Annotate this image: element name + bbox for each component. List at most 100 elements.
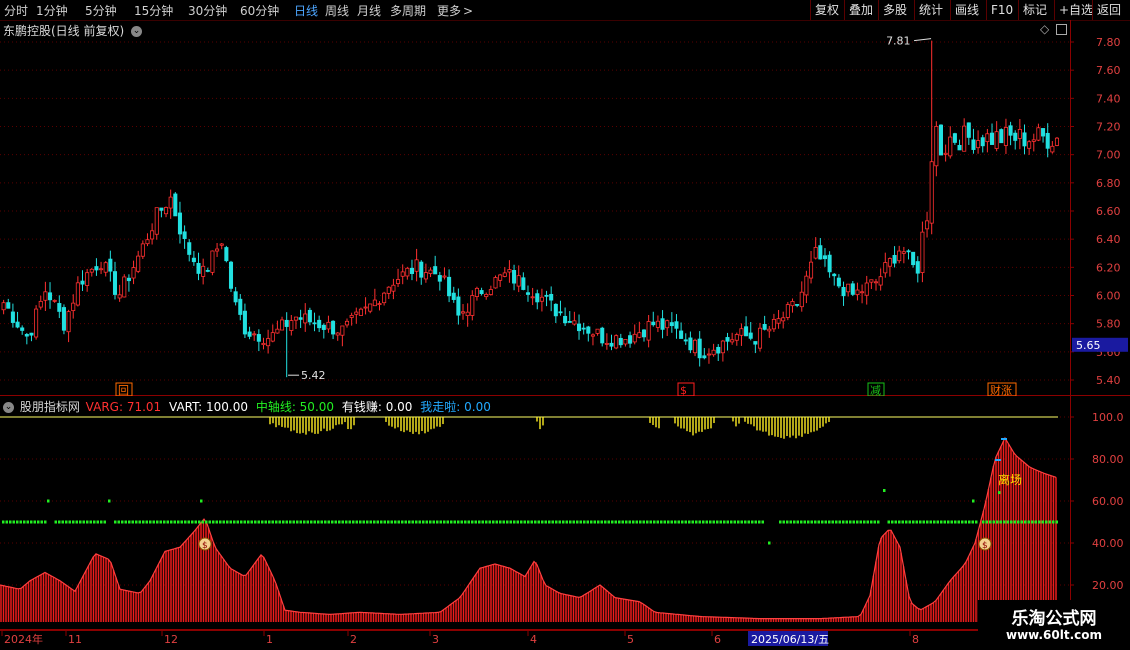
candle-body xyxy=(1008,125,1013,136)
candle-body xyxy=(140,243,145,257)
signal-dot xyxy=(998,491,1001,495)
back-button[interactable]: 返回 xyxy=(1092,0,1125,20)
midline-dot xyxy=(58,520,61,524)
candle-body xyxy=(744,326,749,337)
candle-body xyxy=(929,161,934,224)
candle-body xyxy=(386,286,391,294)
midline-dot xyxy=(219,520,222,524)
midline-dot xyxy=(471,520,474,524)
midline-dot xyxy=(782,520,785,524)
candle-body xyxy=(419,261,424,278)
candle-body xyxy=(312,322,317,325)
midline-dot xyxy=(194,520,197,524)
price-tick-label: 7.20 xyxy=(1096,121,1121,134)
price-chart[interactable]: 7.81 5.42 回 $ 减 财涨 xyxy=(0,20,1070,396)
candle-body xyxy=(604,343,609,345)
candle-body xyxy=(447,276,452,297)
add-watchlist-button[interactable]: +自选 xyxy=(1054,0,1097,20)
indicator-chart[interactable]: $ $ 离场 xyxy=(0,396,1070,630)
candle-body xyxy=(535,293,540,303)
candle-body xyxy=(293,316,298,321)
candle-body xyxy=(655,320,660,328)
stats-button[interactable]: 统计 xyxy=(914,0,947,20)
candle-body xyxy=(224,247,229,262)
midline-dot xyxy=(394,520,397,524)
candle-body xyxy=(864,282,869,296)
midline-dot xyxy=(30,520,33,524)
period-tab-30min[interactable]: 30分钟 xyxy=(188,2,227,19)
midline-dot xyxy=(215,520,218,524)
adjust-button[interactable]: 复权 xyxy=(810,0,843,20)
midline-dot xyxy=(198,520,201,524)
candle-body xyxy=(976,140,981,149)
midline-dot xyxy=(614,520,617,524)
period-tab-1min[interactable]: 1分钟 xyxy=(36,2,68,19)
period-tab-daily[interactable]: 日线 xyxy=(294,2,318,19)
midline-dot xyxy=(915,520,918,524)
candle-body xyxy=(938,124,943,156)
candle-body xyxy=(646,321,651,341)
period-tab-monthly[interactable]: 月线 xyxy=(357,2,381,19)
midline-dot xyxy=(534,520,537,524)
midline-dot xyxy=(467,520,470,524)
midline-dot xyxy=(156,520,159,524)
candle-body xyxy=(298,317,303,320)
exit-signal-label: 离场 xyxy=(998,472,1022,487)
period-tab-more[interactable]: 更多 > xyxy=(437,2,473,19)
candle-body xyxy=(572,320,577,325)
midline-dot xyxy=(985,520,988,524)
date-label: 3 xyxy=(432,633,439,646)
candle-body xyxy=(651,321,656,326)
midline-dot xyxy=(404,520,407,524)
candle-body xyxy=(897,250,902,262)
indicator-tick-label: 100.0 xyxy=(1092,411,1124,424)
midline-dot xyxy=(341,520,344,524)
cyan-mark xyxy=(995,459,1001,461)
midline-dot xyxy=(940,520,943,524)
midline-dot xyxy=(44,520,47,524)
candle-body xyxy=(145,239,150,245)
mark-button[interactable]: 标记 xyxy=(1018,0,1051,20)
period-tab-5min[interactable]: 5分钟 xyxy=(85,2,117,19)
midline-dot xyxy=(898,520,901,524)
midline-dot xyxy=(817,520,820,524)
midline-dot xyxy=(845,520,848,524)
axis-labels: 7.80 7.60 7.40 7.20 7.00 6.80 6.60 6.40 6.20 6.00… xyxy=(1070,36,1130,630)
midline-dot xyxy=(894,520,897,524)
midline-dot xyxy=(999,520,1002,524)
midline-dot xyxy=(789,520,792,524)
midline-dot xyxy=(695,520,698,524)
f10-button[interactable]: F10 xyxy=(986,0,1017,20)
candle-body xyxy=(335,332,340,336)
midline-dot xyxy=(558,520,561,524)
candle-body xyxy=(771,318,776,330)
candle-body xyxy=(52,299,57,302)
period-tab-timeshare[interactable]: 分时 xyxy=(4,2,28,19)
midline-dot xyxy=(1024,520,1027,524)
overlay-button[interactable]: 叠加 xyxy=(844,0,877,20)
midline-dot xyxy=(243,520,246,524)
midline-dot xyxy=(100,520,103,524)
price-tick-label: 7.40 xyxy=(1096,92,1121,105)
candle-body xyxy=(228,261,234,289)
indicator-tick-label: 40.00 xyxy=(1092,537,1124,550)
date-label: 1 xyxy=(266,633,273,646)
candle-body xyxy=(89,268,94,273)
period-tab-multi[interactable]: 多周期 xyxy=(390,2,426,19)
midline-dot xyxy=(271,520,274,524)
candle-body xyxy=(669,322,674,327)
candle-body xyxy=(1045,132,1050,149)
price-tick-label: 7.80 xyxy=(1096,36,1121,49)
period-tab-weekly[interactable]: 周线 xyxy=(325,2,349,19)
candle-body xyxy=(303,313,308,324)
period-tab-60min[interactable]: 60分钟 xyxy=(240,2,279,19)
midline-dot xyxy=(618,520,621,524)
multi-stock-button[interactable]: 多股 xyxy=(878,0,911,20)
midline-dot xyxy=(1013,520,1016,524)
midline-dot xyxy=(124,520,127,524)
candle-body xyxy=(85,272,90,286)
candle-body xyxy=(641,329,647,338)
period-tab-15min[interactable]: 15分钟 xyxy=(134,2,173,19)
draw-line-button[interactable]: 画线 xyxy=(950,0,983,20)
watermark-title: 乐淘公式网 xyxy=(1011,609,1097,629)
